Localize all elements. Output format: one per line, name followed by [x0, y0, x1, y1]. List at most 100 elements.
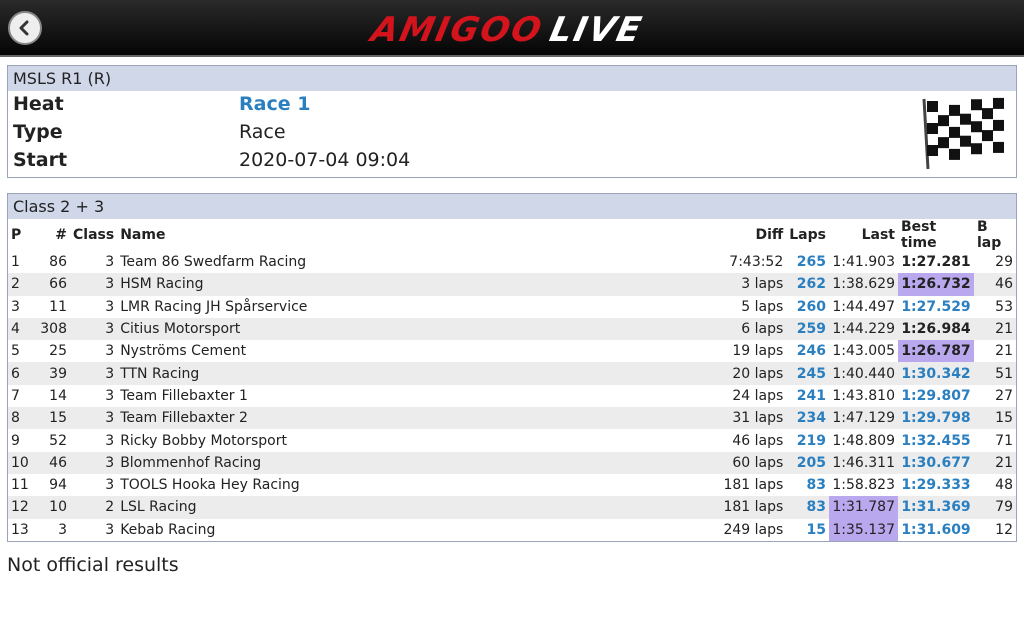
cell-laps[interactable]: 83: [786, 496, 829, 519]
logo-amigoo: AMIGOO: [367, 10, 547, 50]
table-row[interactable]: 10 46 3 Blommenhof Racing 60 laps 205 1:46.311…: [8, 451, 1016, 474]
table-row[interactable]: 1 86 3 Team 86 Swedfarm Racing 7:43:52 265 1:4…: [8, 251, 1016, 273]
cell-diff: 181 laps: [700, 496, 787, 519]
cell-last: 1:41.903: [832, 254, 895, 271]
cell-best-lap: 21: [974, 451, 1016, 474]
col-number[interactable]: #: [32, 219, 70, 251]
cell-laps[interactable]: 245: [786, 362, 829, 385]
col-last[interactable]: Last: [829, 219, 898, 251]
cell-position: 13: [11, 521, 29, 538]
cell-last: 1:43.810: [832, 387, 895, 404]
cell-laps[interactable]: 246: [786, 340, 829, 362]
cell-best-time: 1:29.807: [901, 387, 971, 404]
cell-laps[interactable]: 219: [786, 429, 829, 451]
cell-best-lap: 51: [974, 362, 1016, 385]
cell-best-lap: 46: [974, 273, 1016, 296]
cell-name: TOOLS Hooka Hey Racing: [120, 477, 300, 494]
cell-name: LSL Racing: [117, 496, 701, 519]
cell-number: 3: [58, 521, 67, 538]
table-row[interactable]: 3 11 3 LMR Racing JH Spårservice 5 laps 260 1:…: [8, 296, 1016, 318]
cell-number: 25: [49, 343, 67, 360]
cell-class: 2: [70, 496, 118, 519]
cell-class: 3: [70, 407, 118, 430]
cell-laps[interactable]: 15: [786, 519, 829, 541]
checkered-flag-icon: [922, 97, 1004, 170]
cell-laps[interactable]: 260: [786, 296, 829, 318]
cell-class: 3: [105, 343, 115, 360]
cell-name: Team Fillebaxter 2: [117, 407, 701, 430]
cell-class: 3: [70, 317, 118, 341]
cell-position: 4: [8, 317, 32, 341]
table-row[interactable]: 8 15 3 Team Fillebaxter 2 31 laps 234 1:47.129…: [8, 407, 1016, 430]
col-class[interactable]: Class: [70, 219, 117, 251]
cell-laps[interactable]: 241: [786, 385, 829, 407]
table-row[interactable]: 9 52 3 Ricky Bobby Motorsport 46 laps 219 1:48…: [8, 429, 1016, 451]
cell-best-time: 1:29.798: [898, 407, 974, 430]
cell-laps[interactable]: 205: [786, 451, 829, 474]
cell-number: 94: [49, 477, 67, 494]
cell-last: 1:40.440: [829, 362, 898, 385]
back-arrow-icon: [19, 20, 29, 36]
cell-number: 46: [32, 451, 70, 474]
cell-best-time: 1:26.787: [898, 340, 974, 363]
type-value: Race: [239, 121, 286, 143]
cell-position: 1: [11, 254, 20, 271]
cell-position: 6: [8, 362, 32, 385]
back-button[interactable]: [8, 11, 42, 45]
cell-position: 11: [11, 477, 29, 494]
start-value: 2020-07-04 09:04: [239, 149, 411, 171]
col-name[interactable]: Name: [117, 219, 700, 251]
cell-laps[interactable]: 262: [786, 273, 829, 296]
cell-diff: 31 laps: [700, 407, 787, 430]
cell-name: Nyströms Cement: [120, 343, 247, 360]
cell-name: Citius Motorsport: [117, 317, 701, 341]
cell-best-time: 1:32.455: [901, 432, 971, 449]
cell-class: 3: [105, 521, 115, 538]
cell-diff: 20 laps: [700, 362, 787, 385]
table-row[interactable]: 4 308 3 Citius Motorsport 6 laps 259 1:44.229 1…: [8, 317, 1016, 341]
table-row[interactable]: 7 14 3 Team Fillebaxter 1 24 laps 241 1:43.810…: [8, 385, 1016, 407]
cell-laps[interactable]: 234: [786, 407, 829, 430]
cell-position: 9: [11, 432, 20, 449]
col-diff[interactable]: Diff: [700, 219, 786, 251]
cell-best-lap: 21: [974, 317, 1016, 341]
table-row[interactable]: 11 94 3 TOOLS Hooka Hey Racing 181 laps 83 1:5…: [8, 474, 1016, 496]
top-bar: AMIGOOLIVE: [0, 0, 1024, 57]
cell-diff: 24 laps: [732, 387, 784, 404]
cell-name: Ricky Bobby Motorsport: [120, 432, 287, 449]
cell-best-lap: 79: [974, 496, 1016, 519]
table-row[interactable]: 2 66 3 HSM Racing 3 laps 262 1:38.629 1:26.732 4…: [8, 273, 1016, 296]
cell-best-lap: 48: [995, 477, 1013, 494]
cell-class: 3: [105, 298, 115, 315]
heat-value-link[interactable]: Race 1: [239, 93, 310, 115]
cell-best-lap: 71: [995, 432, 1013, 449]
cell-last: 1:58.823: [832, 477, 895, 494]
cell-best-time: 1:27.529: [901, 298, 971, 315]
table-row[interactable]: 5 25 3 Nyströms Cement 19 laps 246 1:43.005 1:2…: [8, 340, 1016, 363]
table-row[interactable]: 12 10 2 LSL Racing 181 laps 83 1:31.787 1:31.36…: [8, 496, 1016, 519]
cell-position: 3: [11, 298, 20, 315]
cell-class: 3: [105, 254, 115, 271]
heat-label: Heat: [13, 93, 64, 115]
col-laps[interactable]: Laps: [786, 219, 829, 251]
cell-laps[interactable]: 265: [786, 251, 829, 273]
cell-laps[interactable]: 83: [786, 474, 829, 496]
cell-laps[interactable]: 259: [786, 317, 829, 341]
cell-number: 308: [32, 317, 70, 341]
col-best-lap[interactable]: B lap: [974, 219, 1016, 251]
cell-last: 1:38.629: [829, 273, 898, 296]
col-best-time[interactable]: Best time: [898, 219, 974, 251]
table-row[interactable]: 13 3 3 Kebab Racing 249 laps 15 1:35.137 1:31.6…: [8, 518, 1016, 541]
cell-name: Team Fillebaxter 1: [120, 387, 248, 404]
cell-position: 8: [8, 407, 32, 430]
event-info-panel: MSLS R1 (R) Heat Race 1 Type Race Start …: [7, 65, 1017, 178]
cell-best-lap: 12: [995, 521, 1013, 538]
cell-last: 1:31.787: [829, 496, 898, 519]
col-position[interactable]: P: [8, 219, 32, 251]
results-table: P # Class Name Diff Laps Last Best time …: [8, 219, 1016, 541]
cell-diff: 6 laps: [700, 317, 787, 341]
results-header-row: P # Class Name Diff Laps Last Best time …: [8, 219, 1016, 251]
table-row[interactable]: 6 39 3 TTN Racing 20 laps 245 1:40.440 1:30.342…: [8, 362, 1016, 385]
cell-name: Team 86 Swedfarm Racing: [120, 254, 307, 271]
cell-name: LMR Racing JH Spårservice: [120, 298, 308, 315]
